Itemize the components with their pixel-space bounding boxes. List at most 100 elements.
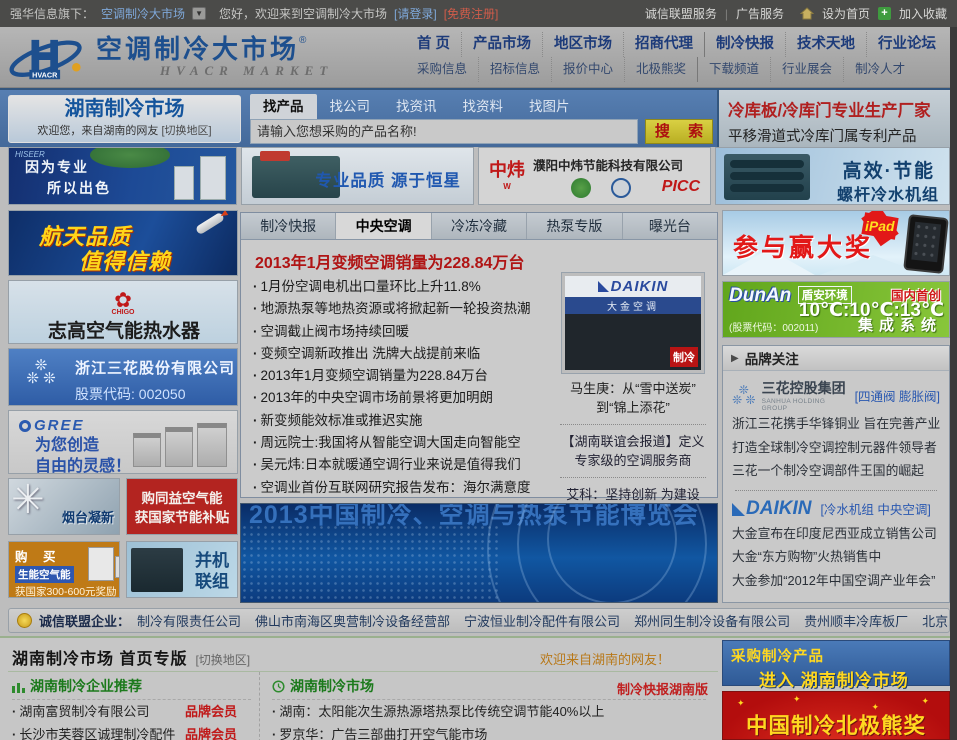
alliance-company-link[interactable]: 北京三花制冷设备有限责任 [922, 611, 950, 630]
news-item[interactable]: 1月份空调电机出口量环比上升11.8% [253, 276, 568, 298]
site-select-link[interactable]: 空调制冷大市场 [101, 5, 185, 22]
news-item[interactable]: 空调截止阀市场持续回暖 [253, 321, 568, 343]
news-item[interactable]: 新变频能效标准或推迟实施 [253, 410, 568, 432]
register-link[interactable]: [免费注册] [444, 5, 499, 22]
regional-express-link[interactable]: 制冷快报湖南版 [617, 679, 708, 698]
nav-agency[interactable]: 招商代理 [623, 32, 704, 57]
expo-ad-banner[interactable]: 2013中国制冷、空调与热泵节能博览会 [240, 503, 718, 603]
news-tab-heat-pump[interactable]: 热泵专版 [527, 213, 622, 239]
nav-technology[interactable]: 技术天地 [785, 32, 866, 57]
brand-news-item[interactable]: 三花一个制冷空调部件王国的崛起 [732, 459, 940, 483]
switch-region-link[interactable]: [切换地区] [195, 651, 250, 668]
daikin-brand-row[interactable]: DAIKIN [冷水机组 中央空调] [732, 498, 940, 520]
news-item[interactable]: 吴元炜:日本就暖通空调行业来说是值得我们 [253, 454, 568, 476]
sanhua-stock-ad[interactable]: ❊❊ ❊ 浙江三花股份有限公司 股票代码: 002050 [8, 348, 238, 406]
news-tab-exposure[interactable]: 曝光台 [623, 213, 717, 239]
hengxing-ad-banner[interactable]: 专业品质 源于恒星 [241, 147, 474, 205]
news-tab-central-ac[interactable]: 中央空调 [336, 213, 431, 239]
topbar-prefix: 强华信息旗下： [10, 5, 94, 22]
region-box: 湖南制冷市场 欢迎您，来自湖南的网友 [切换地区] [8, 95, 241, 143]
search-input[interactable] [250, 119, 638, 144]
hiseer-line2: 所以出色 [47, 178, 111, 198]
chevron-down-icon[interactable]: ▼ [192, 7, 206, 20]
alliance-company-link[interactable]: 贵州顺丰冷库板厂 [804, 611, 908, 630]
nav-home[interactable]: 首 页 [406, 32, 461, 57]
regional-news-item[interactable]: 湖南：太阳能次生源热源塔热泵比传统空调节能40%以上 [272, 700, 706, 723]
alliance-service-link[interactable]: 诚信联盟服务 [645, 5, 717, 22]
nav-bid-info[interactable]: 招标信息 [478, 57, 551, 82]
regional-news-item[interactable]: 罗京华：广告三部曲打开空气能市场 [272, 723, 706, 740]
news-tab-cold-storage[interactable]: 冷冻冷藏 [432, 213, 527, 239]
news-item[interactable]: 2013年1月变频空调销量为228.84万台 [253, 365, 568, 387]
rocket-icon [195, 212, 225, 236]
dunan-ad[interactable]: DunAn 盾安环境 (股票代码：002011) 国内首创 10℃:10℃:13… [722, 281, 950, 338]
news-item[interactable]: 空调业首份互联网研究报告发布：海尔满意度 [253, 477, 568, 499]
set-home-link[interactable]: 设为首页 [822, 5, 870, 22]
news-headline[interactable]: 2013年1月变频空调销量为228.84万台 [255, 249, 705, 273]
nav-region-market[interactable]: 地区市场 [542, 32, 623, 57]
search-tab-docs[interactable]: 找资料 [450, 94, 517, 119]
member-badge: 品牌会员 [185, 700, 237, 723]
tongyi-ad[interactable]: 购同益空气能 获国家节能补贴 [126, 478, 238, 535]
sanhua-brand-row[interactable]: ❊❊ ❊ 三花控股集团 SANHUA HOLDING GROUP [四通阀 膨胀… [732, 378, 940, 412]
news-tab-refrigeration-express[interactable]: 制冷快报 [241, 213, 336, 239]
brand-news-item[interactable]: 大金参加“2012年中国空调产业年会” [732, 569, 940, 593]
nav-exhibition[interactable]: 行业展会 [770, 57, 843, 82]
yantai-ad[interactable]: ✳ 烟台凝新 [8, 478, 120, 535]
company-row[interactable]: 长沙市芙蓉区诚理制冷配件 品牌会员 [12, 723, 251, 740]
news-item[interactable]: 变频空调新政推出 洗牌大战提前来临 [253, 343, 568, 365]
brand-news-item[interactable]: 浙江三花携手华锋铜业 旨在完善产业链 [732, 412, 940, 436]
col2-title: 湖南制冷市场 [290, 676, 374, 697]
gree-ad[interactable]: GREE 为您创造 自由的灵感！ [8, 410, 238, 474]
news-item[interactable]: 地源热泵等地热资源或将掀起新一轮投资热潮 [253, 298, 568, 320]
nav-product-market[interactable]: 产品市场 [461, 32, 542, 57]
company-row[interactable]: 湖南富贸制冷有限公司 品牌会员 [12, 700, 251, 723]
brand-news-item[interactable]: 大金宣布在印度尼西亚成立销售公司 [732, 522, 940, 546]
add-favorite-link[interactable]: 加入收藏 [899, 5, 947, 22]
news-item[interactable]: 周远院士:我国将从智能空调大国走向智能空 [253, 432, 568, 454]
alliance-company-link[interactable]: 宁波恒业制冷配件有限公司 [464, 611, 620, 630]
screw-line2: 螺杆冷水机组 [837, 181, 939, 205]
site-logo[interactable]: HVACR 空调制冷大市场® HVACR MARKET [8, 31, 333, 83]
nav-purchase-info[interactable]: 采购信息 [406, 57, 478, 82]
search-tab-company[interactable]: 找公司 [317, 94, 384, 119]
hiseer-ad-banner[interactable]: HISEER 因为专业 所以出色 [8, 147, 237, 205]
nav-refrigeration-news[interactable]: 制冷快报 [704, 32, 785, 57]
alliance-company-link[interactable]: 佛山市南海区奥营制冷设备经营部 [255, 611, 450, 630]
buy-products-banner[interactable]: 采购制冷产品 进入 湖南制冷市场 [722, 640, 950, 686]
sanhua-tags-link[interactable]: [四通阀 膨胀阀] [855, 386, 940, 405]
zhongwei-ad-banner[interactable]: 中炜W 濮阳中炜节能科技有限公司 PICC [478, 147, 711, 205]
search-button[interactable]: 搜 索 [645, 119, 713, 144]
member-badge: 品牌会员 [185, 723, 237, 740]
search-tab-news[interactable]: 找资讯 [383, 94, 450, 119]
bingji-ad[interactable]: 并机 联组 [126, 541, 238, 598]
chigo-ad[interactable]: ✿CHIGO 志高空气能热水器 招商电话:0757-88783942 [8, 280, 238, 344]
coldroom-ad-banner[interactable]: 冷库板/冷库门专业生产厂家 平移滑道式冷库门属专利产品 [717, 90, 957, 149]
daikin-tags-link[interactable]: [冷水机组 中央空调] [820, 499, 930, 518]
login-link[interactable]: [请登录] [394, 5, 437, 22]
search-tab-images[interactable]: 找图片 [516, 94, 583, 119]
alliance-company-link[interactable]: 郑州同生制冷设备有限公司 [634, 611, 790, 630]
screw-chiller-ad-banner[interactable]: 高效·节能 螺杆冷水机组 [715, 147, 950, 205]
picc-logo: PICC [662, 178, 700, 196]
polar-bear-award-banner[interactable]: ✦ ✦ ✦ ✦ 中国制冷北极熊奖 [722, 691, 950, 740]
switch-region-link[interactable]: [切换地区] [161, 125, 211, 137]
shengneng-ad[interactable]: 购 买 生能空气能 获国家300-600元奖励 [8, 541, 120, 598]
brand-news-item[interactable]: 大金“东方购物”火热销售中 [732, 545, 940, 569]
photo-caption-link[interactable]: 马生庚：从“雪中送炭” 到“锦上添花” [557, 379, 709, 417]
ipad-prize-ad[interactable]: iPad 参与赢大奖 [722, 210, 950, 276]
search-tab-product[interactable]: 找产品 [250, 94, 317, 119]
daikin-store-photo[interactable]: DAIKIN 大金空调 制冷 [561, 272, 705, 374]
report-link[interactable]: 【湖南联谊会报道】定义 专家级的空调服务商 [557, 432, 709, 470]
nav-download[interactable]: 下载频道 [697, 57, 770, 82]
nav-quote-center[interactable]: 报价中心 [551, 57, 624, 82]
alliance-company-link[interactable]: 制冷有限责任公司 [137, 611, 241, 630]
nav-forum[interactable]: 行业论坛 [866, 32, 947, 57]
ad-service-link[interactable]: 广告服务 [736, 5, 784, 22]
sparkle-icon: ✦ [737, 698, 745, 709]
aerospace-ad[interactable]: 航天品质 值得信赖 [8, 210, 238, 276]
news-item[interactable]: 2013年的中央空调市场前景将更加明朗 [253, 387, 568, 409]
nav-talent[interactable]: 制冷人才 [843, 57, 916, 82]
nav-polar-bear-award[interactable]: 北极熊奖 [624, 57, 697, 82]
brand-news-item[interactable]: 打造全球制冷空调控制元器件领导者 [732, 436, 940, 460]
